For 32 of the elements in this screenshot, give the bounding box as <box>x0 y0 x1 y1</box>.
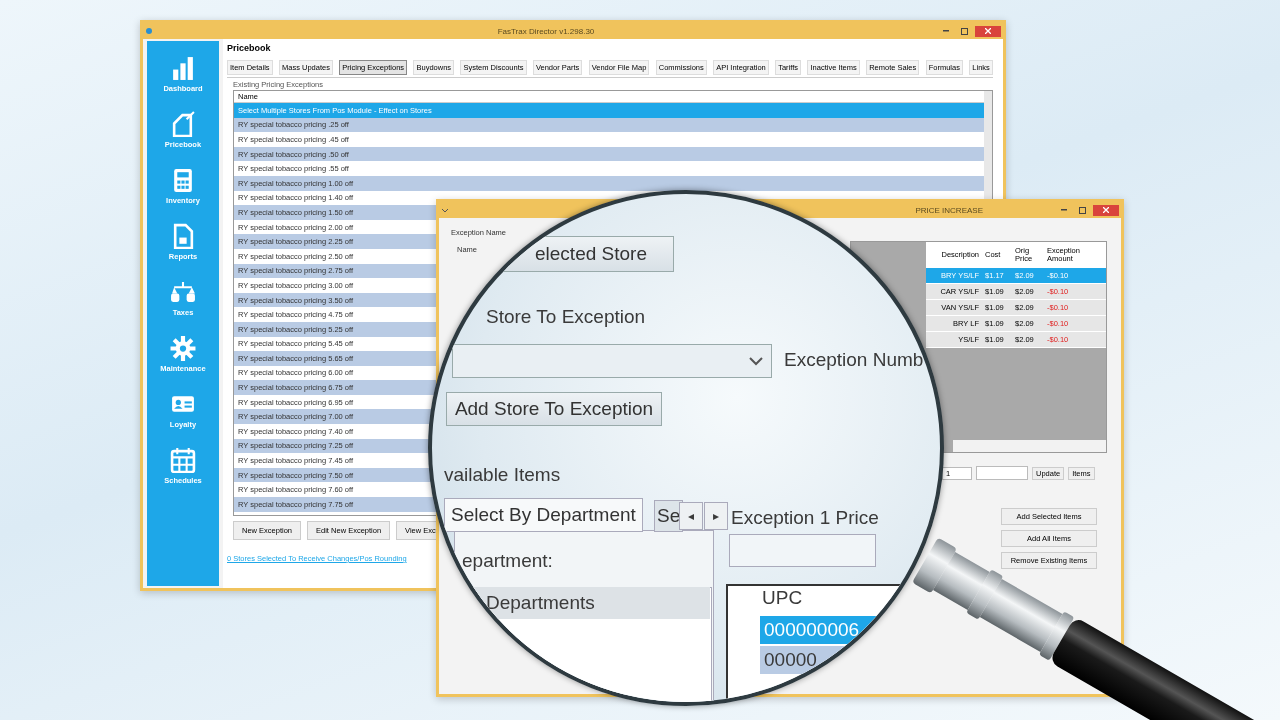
chevron-icon <box>749 356 763 366</box>
close-icon <box>985 28 991 34</box>
sidebar-item-icon <box>170 111 196 137</box>
input-field[interactable] <box>976 466 1028 480</box>
close-icon <box>1103 207 1109 213</box>
close-button[interactable] <box>1093 204 1119 216</box>
minimize-icon <box>943 30 949 32</box>
field-label: epartment: <box>462 550 553 572</box>
scroll-left-button[interactable]: ◂ <box>679 502 703 530</box>
minimize-icon <box>1061 209 1067 211</box>
column-header: UPC <box>762 587 803 609</box>
sidebar-item-icon <box>170 447 196 473</box>
app-icon <box>441 206 449 214</box>
section-label: vailable Items <box>444 464 561 486</box>
close-button[interactable] <box>975 25 1001 37</box>
field-label: Exception Numb <box>784 349 924 371</box>
sidebar-item-icon <box>170 335 196 361</box>
field-label: Exception 1 Price <box>731 507 879 529</box>
sidebar-item-icon <box>170 55 196 81</box>
window-title: FasTrax Director v1.298.30 <box>496 26 596 36</box>
app-icon <box>145 27 153 35</box>
sidebar-item-icon <box>170 279 196 305</box>
scroll-right-button[interactable]: ▸ <box>704 502 728 530</box>
field-label: Store To Exception <box>486 306 646 328</box>
maximize-icon <box>960 27 968 35</box>
scrollbar[interactable] <box>953 440 1106 452</box>
window-title: PRICE INCREASE <box>914 205 984 215</box>
tab[interactable]: Select By Department <box>444 498 643 532</box>
section-title: Pricebook <box>227 43 272 53</box>
add-store-button[interactable]: Add Store To Exception <box>446 392 662 426</box>
maximize-icon <box>1078 206 1086 214</box>
price-field[interactable] <box>729 534 876 567</box>
